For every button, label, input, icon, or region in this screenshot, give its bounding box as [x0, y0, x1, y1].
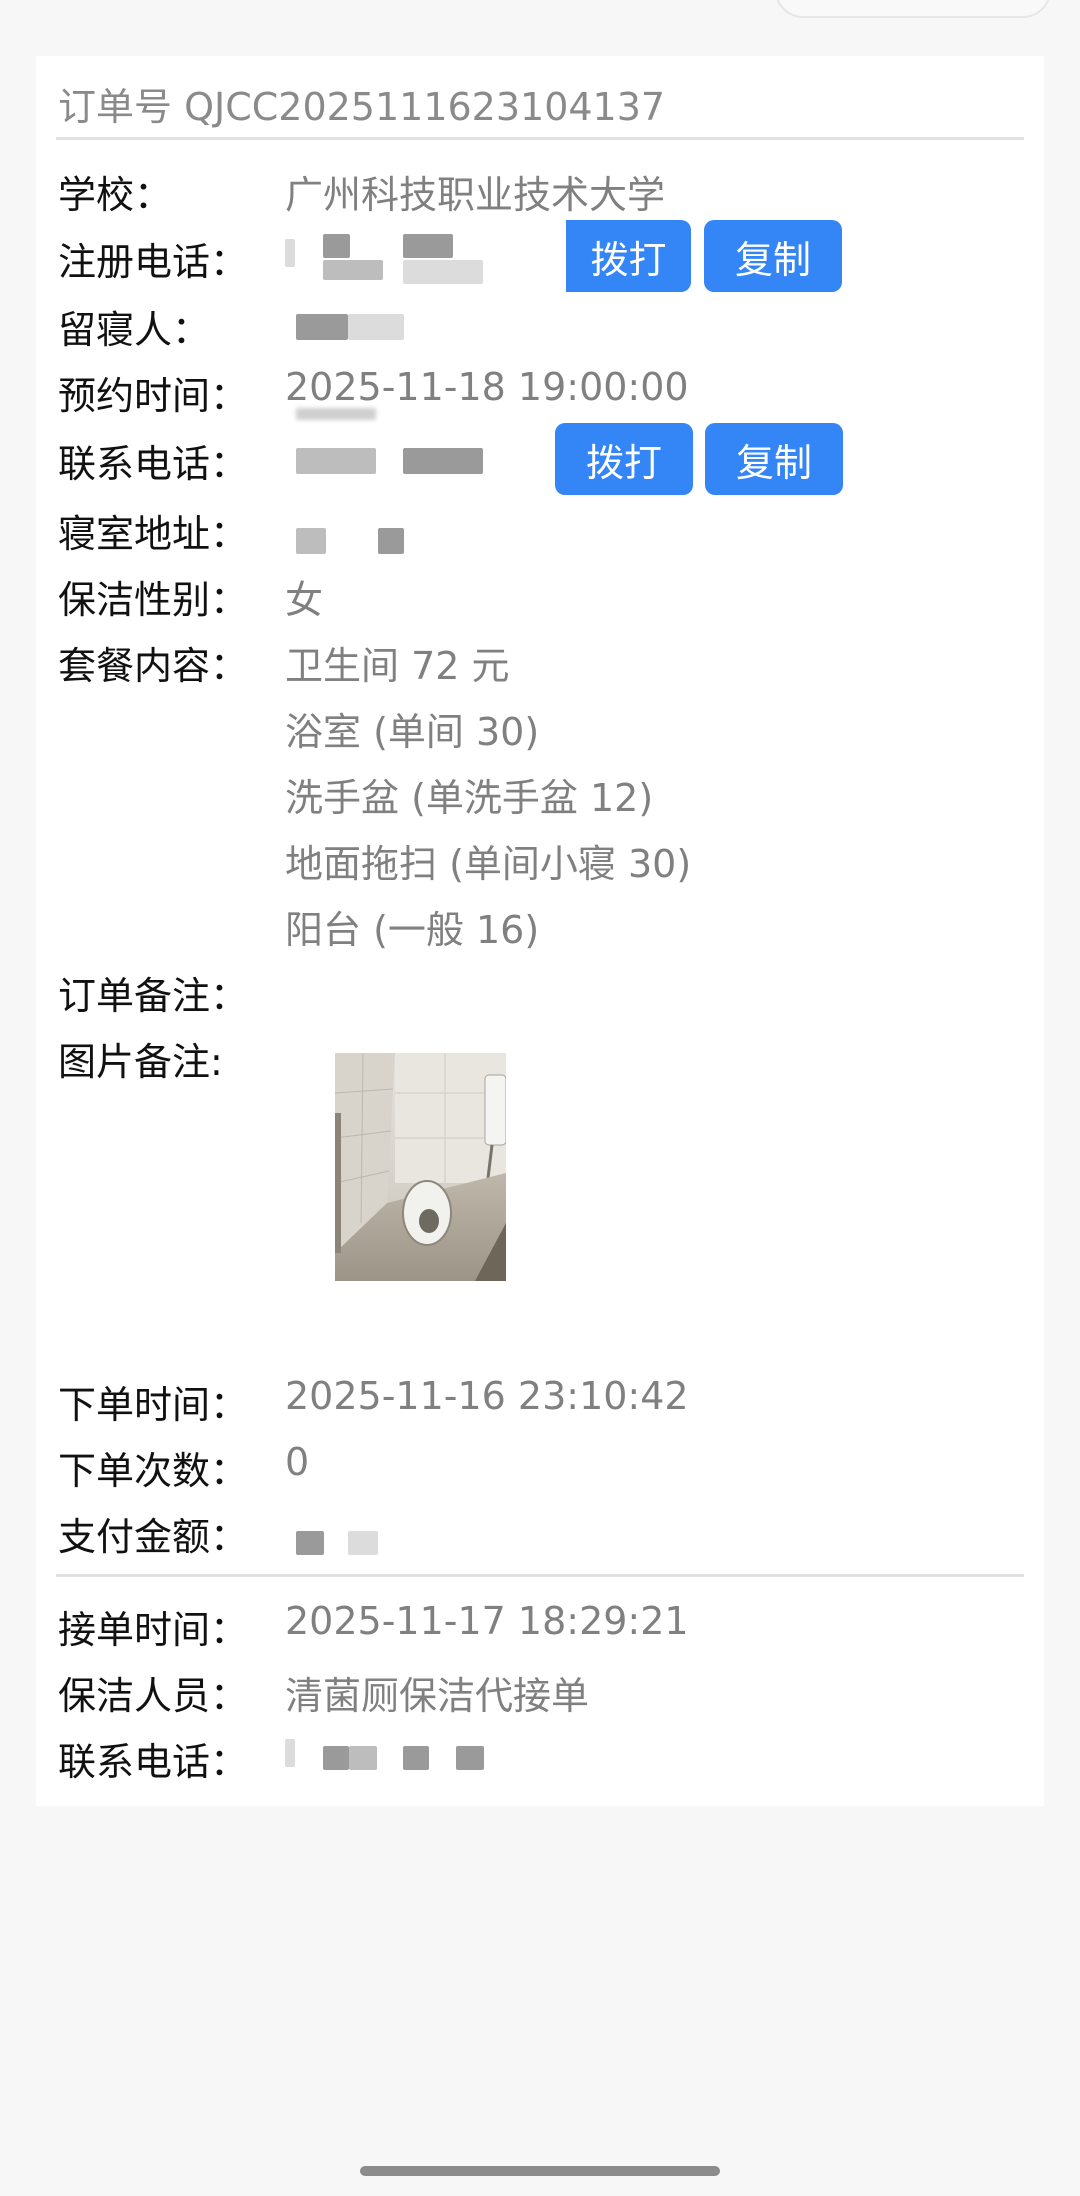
cleaner-phone-redacted [323, 1746, 349, 1770]
cleaner-phone-redacted [349, 1746, 377, 1770]
row-order-count: 下单次数： 0 [36, 1440, 1044, 1500]
order-summary-section: 下单时间： 2025-11-16 23:10:42 下单次数： 0 支付金额： … [36, 56, 1044, 1806]
order-count-value: 0 [285, 1440, 310, 1484]
accept-time-label: 接单时间： [58, 1608, 249, 1652]
cleaner-value: 清菌厕保洁代接单 [285, 1674, 590, 1718]
payment-redacted [296, 1531, 324, 1555]
payment-label: 支付金额： [58, 1515, 249, 1559]
top-pill-button[interactable] [775, 0, 1051, 18]
row-order-time: 下单时间： 2025-11-16 23:10:42 [36, 1374, 1044, 1434]
order-time-value: 2025-11-16 23:10:42 [285, 1374, 689, 1418]
divider-accept [56, 1574, 1024, 1577]
payment-redacted [348, 1531, 378, 1555]
cleaner-phone-redacted [403, 1746, 429, 1770]
row-accept-time: 接单时间： 2025-11-17 18:29:21 [36, 1599, 1044, 1659]
accept-time-value: 2025-11-17 18:29:21 [285, 1599, 689, 1643]
row-cleaner: 保洁人员： 清菌厕保洁代接单 [36, 1665, 1044, 1725]
order-count-label: 下单次数： [58, 1449, 249, 1493]
order-time-label: 下单时间： [58, 1383, 249, 1427]
row-payment: 支付金额： [36, 1506, 1044, 1566]
cleaner-phone-redacted [285, 1739, 295, 1767]
row-cleaner-phone: 联系电话： [36, 1731, 1044, 1791]
cleaner-label: 保洁人员： [58, 1674, 249, 1718]
cleaner-phone-redacted [456, 1746, 484, 1770]
home-indicator[interactable] [360, 2166, 720, 2176]
cleaner-phone-label: 联系电话： [58, 1740, 249, 1784]
